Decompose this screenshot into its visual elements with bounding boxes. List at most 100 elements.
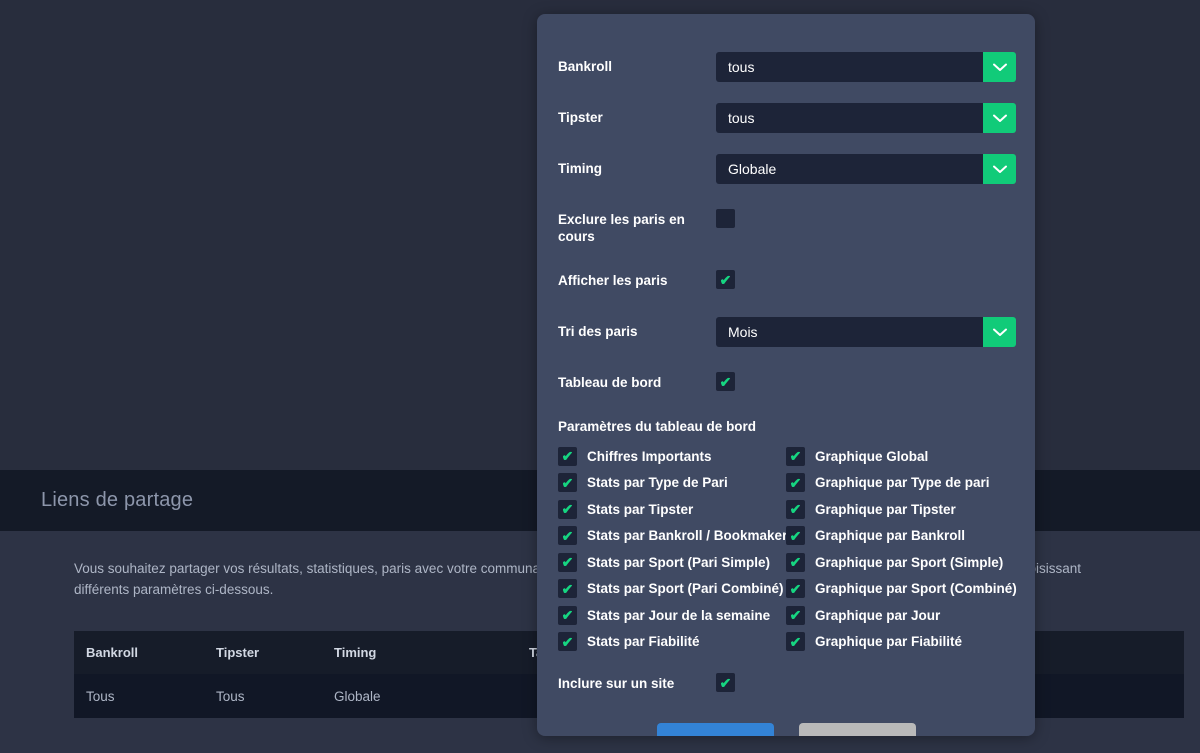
param-label: Chiffres Importants [587,448,712,464]
page-title: Liens de partage [41,489,194,511]
check-icon: ✔ [561,554,574,571]
check-icon: ✔ [789,501,802,518]
param-checkbox[interactable]: ✔ [786,499,805,519]
dashboard-params-title: Paramètres du tableau de bord [558,419,757,434]
check-icon: ✔ [561,607,574,624]
param-graphique-global[interactable]: ✔ Graphique Global [786,443,1017,470]
field-row-tri-paris: Tri des paris Mois [558,317,1016,347]
param-checkbox[interactable]: ✔ [558,499,577,519]
tipster-select-value[interactable]: tous [716,103,983,133]
param-checkbox[interactable]: ✔ [558,526,577,546]
check-icon: ✔ [789,527,802,544]
param-checkbox[interactable]: ✔ [558,473,577,493]
param-checkbox[interactable]: ✔ [558,579,577,599]
check-icon: ✔ [561,448,574,465]
dashboard-params-grid: ✔ Chiffres Importants ✔ Graphique Global… [558,443,1017,656]
exclure-paris-checkbox[interactable]: ✔ [716,209,735,228]
check-icon: ✔ [561,633,574,650]
annuler-button[interactable]: Annuler [798,723,916,736]
cell-bankroll: Tous [74,674,204,718]
param-label: Graphique par Fiabilité [815,634,963,650]
check-icon: ✔ [719,674,732,691]
column-header-bankroll: Bankroll [74,631,204,674]
afficher-paris-checkbox[interactable]: ✔ [716,270,735,289]
check-icon: ✔ [789,448,802,465]
param-label: Graphique Global [815,448,929,464]
param-label: Graphique par Bankroll [815,528,966,544]
chevron-down-icon[interactable] [983,154,1016,184]
tableau-de-bord-checkbox[interactable]: ✔ [716,372,735,391]
cell-timing: Globale [322,674,517,718]
label-tri-paris: Tri des paris [558,324,638,339]
field-row-exclure-paris: Exclure les paris en cours ✔ [558,205,1014,245]
param-stats-sport-simple[interactable]: ✔ Stats par Sport (Pari Simple) [558,549,786,576]
chevron-down-icon[interactable] [983,103,1016,133]
column-header-timing: Timing [322,631,517,674]
param-graphique-jour[interactable]: ✔ Graphique par Jour [786,602,1017,629]
check-icon: ✔ [561,474,574,491]
modal-actions: Valider Annuler [558,723,1014,736]
param-checkbox[interactable]: ✔ [786,552,805,572]
column-header-tipster: Tipster [204,631,322,674]
field-row-inclure-site: Inclure sur un site ✔ [558,673,1014,692]
param-graphique-sport-combine[interactable]: ✔ Graphique par Sport (Combiné) [786,576,1017,603]
param-checkbox[interactable]: ✔ [558,552,577,572]
param-stats-tipster[interactable]: ✔ Stats par Tipster [558,496,786,523]
field-row-tableau-de-bord: Tableau de bord ✔ [558,368,1014,398]
valider-button[interactable]: Valider [656,723,774,736]
tri-paris-select[interactable]: Mois [716,317,1016,347]
tipster-select[interactable]: tous [716,103,1016,133]
param-label: Stats par Sport (Pari Simple) [587,554,771,570]
param-label: Graphique par Sport (Combiné) [815,581,1017,597]
label-exclure-paris: Exclure les paris en cours [558,212,685,244]
field-row-tipster: Tipster tous [558,103,1016,133]
param-checkbox[interactable]: ✔ [786,526,805,546]
param-checkbox[interactable]: ✔ [786,632,805,652]
param-label: Graphique par Type de pari [815,475,990,491]
param-checkbox[interactable]: ✔ [786,473,805,493]
bankroll-select[interactable]: tous [716,52,1016,82]
field-row-bankroll: Bankroll tous [558,52,1016,82]
param-checkbox[interactable]: ✔ [786,446,805,466]
param-graphique-bankroll[interactable]: ✔ Graphique par Bankroll [786,523,1017,550]
check-icon: ✔ [561,527,574,544]
param-graphique-fiabilite[interactable]: ✔ Graphique par Fiabilité [786,629,1017,656]
param-stats-sport-combine[interactable]: ✔ Stats par Sport (Pari Combiné) [558,576,786,603]
param-label: Graphique par Tipster [815,501,956,517]
param-stats-jour-semaine[interactable]: ✔ Stats par Jour de la semaine [558,602,786,629]
share-link-settings-modal: Bankroll tous Tipster tous Timing Global… [537,14,1035,736]
field-row-afficher-paris: Afficher les paris ✔ [558,266,1014,296]
param-label: Stats par Fiabilité [587,634,700,650]
param-stats-type-de-pari[interactable]: ✔ Stats par Type de Pari [558,470,786,497]
param-label: Graphique par Jour [815,607,941,623]
param-checkbox[interactable]: ✔ [558,632,577,652]
timing-select[interactable]: Globale [716,154,1016,184]
param-graphique-sport-simple[interactable]: ✔ Graphique par Sport (Simple) [786,549,1017,576]
chevron-down-icon[interactable] [983,317,1016,347]
check-icon: ✔ [789,554,802,571]
check-icon: ✔ [719,271,732,288]
param-checkbox[interactable]: ✔ [558,446,577,466]
check-icon: ✔ [789,474,802,491]
param-stats-bankroll-bookmaker[interactable]: ✔ Stats par Bankroll / Bookmaker [558,523,788,550]
tri-paris-select-value[interactable]: Mois [716,317,983,347]
param-stats-fiabilite[interactable]: ✔ Stats par Fiabilité [558,629,786,656]
param-checkbox[interactable]: ✔ [786,605,805,625]
label-afficher-paris: Afficher les paris [558,273,668,288]
chevron-down-icon[interactable] [983,52,1016,82]
param-label: Stats par Bankroll / Bookmaker [587,528,788,544]
check-icon: ✔ [789,607,802,624]
label-tipster: Tipster [558,110,603,125]
param-label: Stats par Type de Pari [587,475,728,491]
bankroll-select-value[interactable]: tous [716,52,983,82]
param-checkbox[interactable]: ✔ [558,605,577,625]
param-label: Graphique par Sport (Simple) [815,554,1004,570]
param-stats-chiffres-importants[interactable]: ✔ Chiffres Importants [558,443,786,470]
inclure-site-checkbox[interactable]: ✔ [716,673,735,692]
label-bankroll: Bankroll [558,59,613,74]
timing-select-value[interactable]: Globale [716,154,983,184]
param-graphique-tipster[interactable]: ✔ Graphique par Tipster [786,496,1017,523]
param-graphique-type-de-pari[interactable]: ✔ Graphique par Type de pari [786,470,1017,497]
param-checkbox[interactable]: ✔ [786,579,805,599]
param-label: Stats par Sport (Pari Combiné) [587,581,784,597]
